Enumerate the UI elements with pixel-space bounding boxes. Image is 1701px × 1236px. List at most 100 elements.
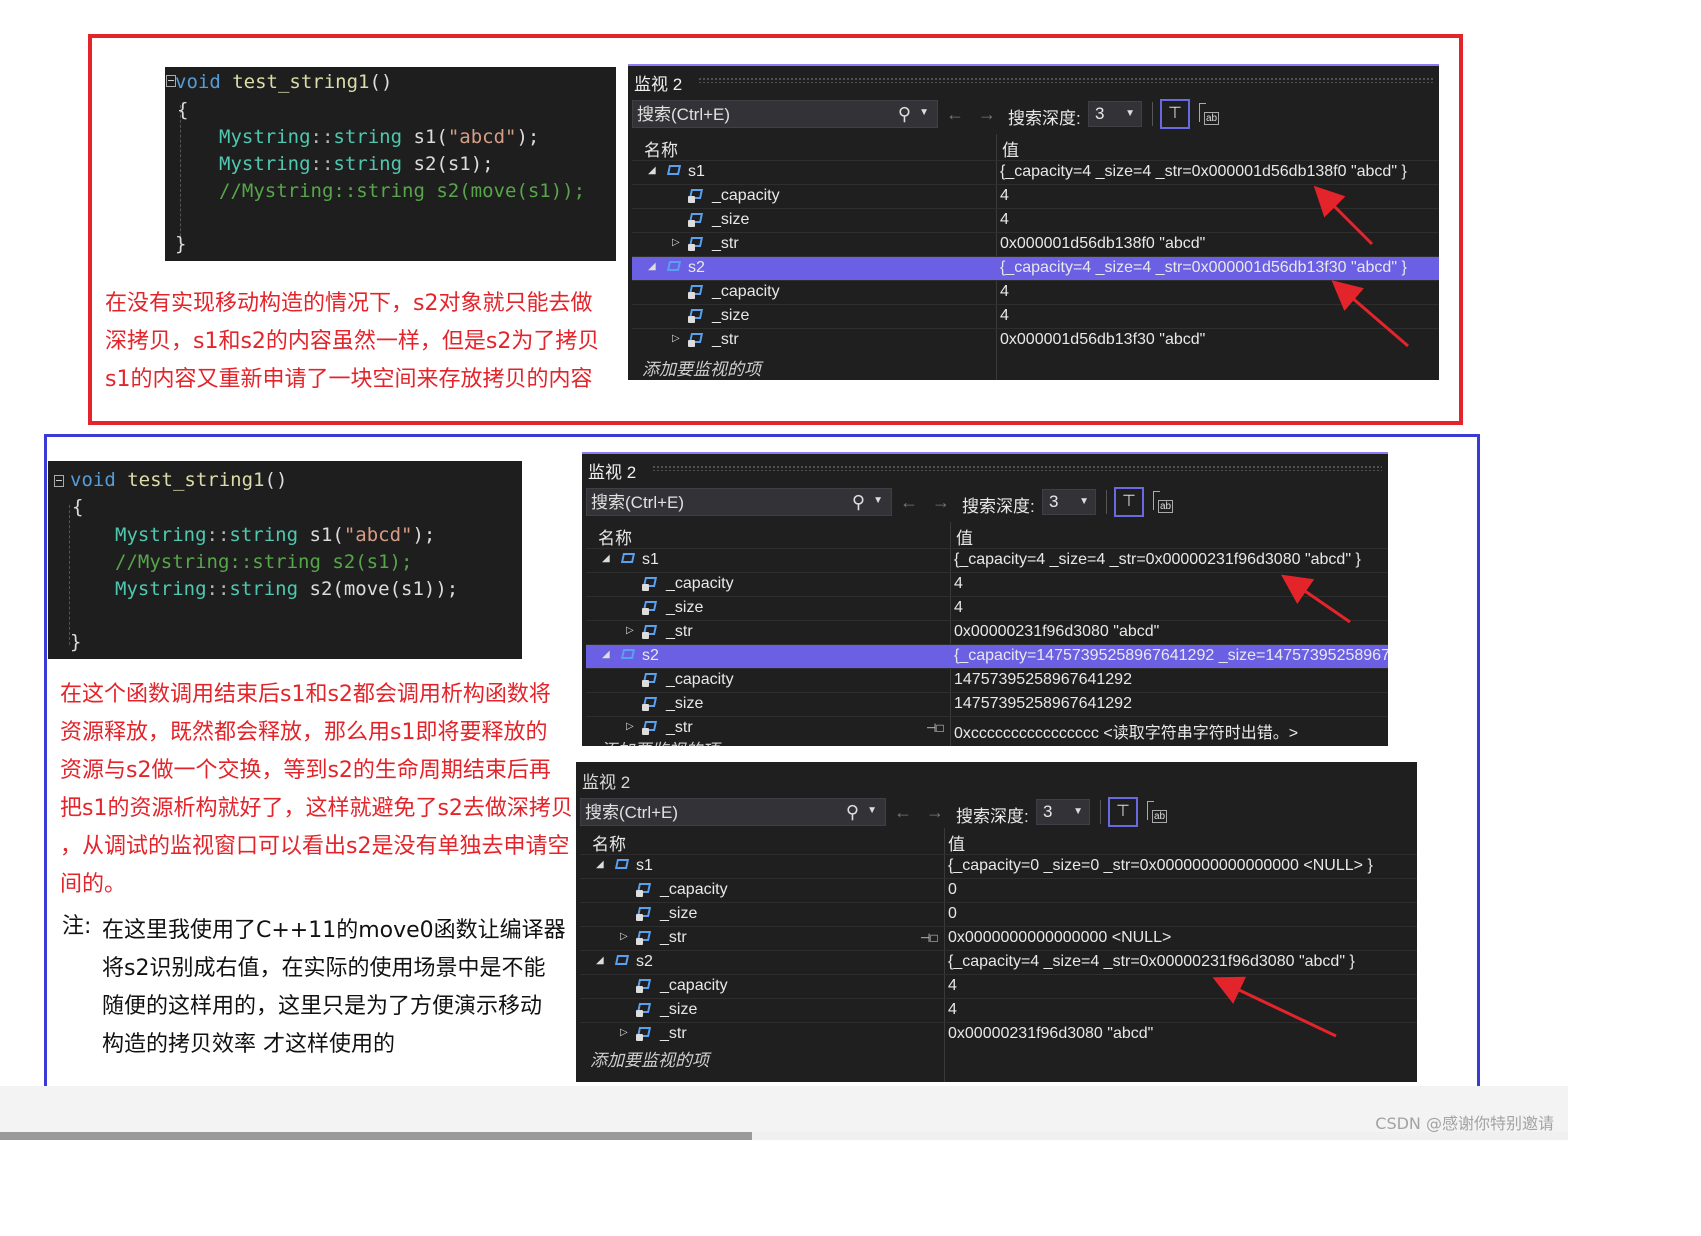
arrow-right-icon[interactable]: →	[926, 802, 944, 823]
watch-row-value[interactable]: 4	[948, 1001, 1417, 1019]
search-depth-select[interactable]: 3 ▼	[1036, 799, 1090, 825]
watch-row-variable[interactable]: ◢ s2 {_capacity=4 _size=4 _str=0x000001d56…	[632, 256, 1439, 281]
arrow-left-icon[interactable]: ←	[946, 104, 964, 125]
expand-arrow-icon[interactable]: ◢	[648, 165, 656, 176]
watch-row-value[interactable]: 0xcccccccccccccccc <读取字符串字符时出错。>	[954, 719, 1388, 743]
watch-row-value[interactable]: 0x00000231f96d3080 "abcd"	[948, 1025, 1417, 1043]
watch-row-member[interactable]: ▷ _str 0x00000231f96d3080 "abcd"	[586, 620, 1388, 645]
search-input[interactable]	[635, 103, 889, 127]
watch-row-member[interactable]: _size 0	[580, 902, 1417, 927]
collapsed-arrow-icon[interactable]: ▷	[620, 931, 628, 942]
collapsed-arrow-icon[interactable]: ▷	[626, 721, 634, 732]
watch-row-value[interactable]: 0x0000000000000000 <NULL>	[948, 929, 1417, 947]
view-hierarchy-icon[interactable]: ab	[1196, 101, 1220, 127]
watch-row-value[interactable]: {_capacity=4 _size=4 _str=0x000001d56db1…	[1000, 163, 1439, 181]
search-box[interactable]: ⚲ ▼	[580, 798, 886, 826]
chevron-down-icon[interactable]: ▼	[873, 495, 883, 506]
watch-row-value[interactable]: {_capacity=4 _size=4 _str=0x00000231f96d…	[948, 953, 1417, 971]
column-name-header[interactable]: 名称	[592, 830, 626, 855]
watch-row-value[interactable]: 0x00000231f96d3080 "abcd"	[954, 623, 1388, 641]
pin-icon[interactable]: ⊤	[1160, 99, 1190, 129]
expand-arrow-icon[interactable]: ◢	[648, 261, 656, 272]
pin-icon[interactable]: ⊤	[1108, 797, 1138, 827]
pin-icon[interactable]: ⊤	[1114, 487, 1144, 517]
watch-row-member[interactable]: ▷ _str 0x00000231f96d3080 "abcd"	[580, 1022, 1417, 1047]
watch-row-value[interactable]: 0x000001d56db138f0 "abcd"	[1000, 235, 1439, 253]
watch-row-value[interactable]: 4	[1000, 307, 1439, 325]
watch-row-value[interactable]: 0x000001d56db13f30 "abcd"	[1000, 331, 1439, 349]
arrow-right-icon[interactable]: →	[978, 104, 996, 125]
watch-row-value[interactable]: 4	[1000, 283, 1439, 301]
watch-row-value[interactable]: 4	[954, 599, 1388, 617]
column-value-header[interactable]: 值	[948, 830, 965, 855]
watch-row-value[interactable]: 0	[948, 881, 1417, 899]
watch-row-member[interactable]: _size 4	[586, 596, 1388, 621]
chevron-down-icon[interactable]: ▼	[919, 107, 929, 118]
watch-row-member[interactable]: _size 4	[632, 208, 1439, 233]
watch-row-member[interactable]: _capacity 4	[632, 184, 1439, 209]
watch-row-variable[interactable]: ◢ s1 {_capacity=4 _size=4 _str=0x00000231f…	[586, 548, 1388, 573]
watch-row-variable[interactable]: ◢ s1 {_capacity=4 _size=4 _str=0x000001d56…	[632, 160, 1439, 185]
watch-row-variable[interactable]: ◢ s2 {_capacity=4 _size=4 _str=0x00000231f…	[580, 950, 1417, 975]
collapsed-arrow-icon[interactable]: ▷	[620, 1027, 628, 1038]
watch-row-member[interactable]: _size 4	[580, 998, 1417, 1023]
search-input[interactable]	[589, 491, 843, 515]
magnifier-icon[interactable]: ⚲	[852, 492, 865, 513]
arrow-left-icon[interactable]: ←	[894, 802, 912, 823]
magnifier-icon[interactable]: ⚲	[898, 104, 911, 125]
watch-row-member[interactable]: ▷ _str 0x000001d56db13f30 "abcd"	[632, 328, 1439, 353]
search-depth-select[interactable]: 3 ▼	[1042, 489, 1096, 515]
watch-row-member[interactable]: _capacity 4	[586, 572, 1388, 597]
watch-row-value[interactable]: 0	[948, 905, 1417, 923]
collapsed-arrow-icon[interactable]: ▷	[672, 237, 680, 248]
chevron-down-icon[interactable]: ▼	[867, 805, 877, 816]
watch-row-variable[interactable]: ◢ s2 {_capacity=14757395258967641292 _size…	[586, 644, 1388, 669]
watch-row-value[interactable]: 14757395258967641292	[954, 695, 1388, 713]
watch-row-value[interactable]: 4	[954, 575, 1388, 593]
pin-icon[interactable]: ⊣□	[926, 721, 944, 735]
expand-arrow-icon[interactable]: ◢	[602, 553, 610, 564]
view-hierarchy-icon[interactable]: ab	[1144, 799, 1168, 825]
search-input[interactable]	[583, 801, 837, 825]
expand-arrow-icon[interactable]: ◢	[602, 649, 610, 660]
view-hierarchy-icon[interactable]: ab	[1150, 489, 1174, 515]
watch-row-member[interactable]: ▷ _str ⊣□ 0x0000000000000000 <NULL>	[580, 926, 1417, 951]
watch-row-value[interactable]: 4	[1000, 211, 1439, 229]
expand-arrow-icon[interactable]: ◢	[596, 859, 604, 870]
column-name-header[interactable]: 名称	[644, 136, 678, 161]
scrollbar-thumb[interactable]	[0, 1132, 752, 1140]
watch-row-value[interactable]: 4	[1000, 187, 1439, 205]
watch-row-variable[interactable]: ◢ s1 {_capacity=0 _size=0 _str=0x000000000…	[580, 854, 1417, 879]
watch-row-member[interactable]: _capacity 4	[580, 974, 1417, 999]
watch-row-member[interactable]: _size 4	[632, 304, 1439, 329]
pin-icon[interactable]: ⊣□	[920, 931, 938, 945]
watch-row-member[interactable]: _size 14757395258967641292	[586, 692, 1388, 717]
arrow-left-icon[interactable]: ←	[900, 492, 918, 513]
watch-row-value[interactable]: {_capacity=4 _size=4 _str=0x000001d56db1…	[1000, 259, 1439, 277]
watch-row-value[interactable]: 4	[948, 977, 1417, 995]
note-label: 注:	[62, 914, 92, 939]
column-name-header[interactable]: 名称	[598, 524, 632, 549]
expand-arrow-icon[interactable]: ◢	[596, 955, 604, 966]
add-watch-item[interactable]: 添加要监视的项	[642, 355, 761, 380]
watch-row-member[interactable]: _capacity 14757395258967641292	[586, 668, 1388, 693]
column-value-header[interactable]: 值	[1002, 136, 1019, 161]
watch-row-value[interactable]: {_capacity=0 _size=0 _str=0x000000000000…	[948, 857, 1417, 875]
watch-row-member[interactable]: _capacity 0	[580, 878, 1417, 903]
search-box[interactable]: ⚲ ▼	[586, 488, 892, 516]
collapsed-arrow-icon[interactable]: ▷	[672, 333, 680, 344]
collapsed-arrow-icon[interactable]: ▷	[626, 625, 634, 636]
arrow-right-icon[interactable]: →	[932, 492, 950, 513]
add-watch-item[interactable]: 添加要监视的项	[600, 736, 719, 746]
watch-row-value[interactable]: {_capacity=4 _size=4 _str=0x00000231f96d…	[954, 551, 1388, 569]
search-depth-select[interactable]: 3 ▼	[1088, 101, 1142, 127]
watch-row-member[interactable]: _capacity 4	[632, 280, 1439, 305]
search-box[interactable]: ⚲ ▼	[632, 100, 938, 128]
add-watch-item[interactable]: 添加要监视的项	[590, 1046, 709, 1071]
watch-row-member[interactable]: ▷ _str 0x000001d56db138f0 "abcd"	[632, 232, 1439, 257]
collapse-icon[interactable]	[54, 475, 64, 487]
column-value-header[interactable]: 值	[956, 524, 973, 549]
watch-row-value[interactable]: 14757395258967641292	[954, 671, 1388, 689]
watch-row-value[interactable]: {_capacity=14757395258967641292 _size=14…	[954, 647, 1388, 665]
magnifier-icon[interactable]: ⚲	[846, 802, 859, 823]
